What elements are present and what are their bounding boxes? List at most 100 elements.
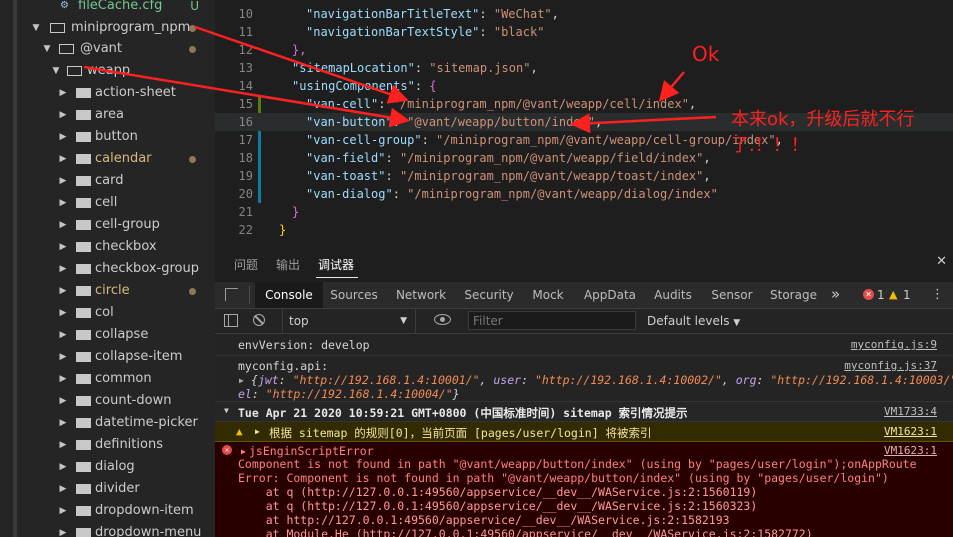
tab-appdata[interactable]: AppData xyxy=(583,282,637,308)
code-line[interactable]: 18 "van-field": "/miniprogram_npm/@vant/w… xyxy=(215,149,953,167)
live-expression-eye-icon[interactable] xyxy=(434,314,451,325)
context-select[interactable]: top ▼ xyxy=(282,309,416,333)
code-line[interactable]: 20 "van-dialog": "/miniprogram_npm/@vant/… xyxy=(215,185,953,203)
expand-triangle-icon[interactable]: ▶ xyxy=(255,427,260,436)
more-tabs-chevron-icon[interactable]: » xyxy=(831,282,840,306)
tree-item[interactable]: ▶ collapse xyxy=(0,324,215,346)
chevron-right-icon[interactable]: ▶ xyxy=(58,170,68,192)
tab-mock[interactable]: Mock xyxy=(529,282,567,308)
source-link[interactable]: VM1623:1 xyxy=(884,425,937,438)
tree-item[interactable]: ▶ cell-group xyxy=(0,214,215,236)
source-link[interactable]: VM1623:1 xyxy=(884,444,937,457)
chevron-right-icon[interactable]: ▶ xyxy=(58,280,68,302)
stack-frame[interactable]: at q (http://127.0.0.1:49560/appservice/… xyxy=(238,485,758,499)
chevron-right-icon[interactable]: ▶ xyxy=(58,258,68,280)
chevron-right-icon[interactable]: ▶ xyxy=(58,192,68,214)
inspect-element-icon[interactable] xyxy=(225,288,238,301)
tree-item[interactable]: ▶ dropdown-menu xyxy=(0,522,215,537)
chevron-right-icon[interactable]: ▶ xyxy=(58,302,68,324)
chevron-right-icon[interactable]: ▶ xyxy=(58,456,68,478)
chevron-right-icon[interactable]: ▶ xyxy=(58,346,68,368)
tree-item[interactable]: ▶ col xyxy=(0,302,215,324)
code-line[interactable]: 14 "usingComponents": { xyxy=(215,77,953,95)
chevron-down-icon[interactable]: ▼ xyxy=(42,38,52,60)
warning-count[interactable]: 1 xyxy=(903,282,911,308)
chevron-down-icon[interactable]: ▼ xyxy=(51,60,61,82)
chevron-right-icon[interactable]: ▶ xyxy=(58,104,68,126)
close-icon[interactable]: ✕ xyxy=(936,254,947,269)
filter-input[interactable] xyxy=(468,311,636,330)
code-line[interactable]: 17 "van-cell-group": "/miniprogram_npm/@v… xyxy=(215,131,953,149)
source-link[interactable]: myconfig.js:9 xyxy=(851,338,937,351)
chevron-right-icon[interactable]: ▶ xyxy=(58,368,68,390)
chevron-right-icon[interactable]: ▶ xyxy=(58,500,68,522)
tab-problems[interactable]: 问题 xyxy=(234,256,258,273)
expand-triangle-icon[interactable]: ▼ xyxy=(224,406,229,415)
chevron-right-icon[interactable]: ▶ xyxy=(58,522,68,537)
tab-network[interactable]: Network xyxy=(393,282,449,308)
console-group[interactable]: ▼ Tue Apr 21 2020 10:59:21 GMT+0800 (中国标… xyxy=(215,402,953,422)
tab-security[interactable]: Security xyxy=(462,282,516,308)
tree-item[interactable]: ▶ button xyxy=(0,126,215,148)
chevron-right-icon[interactable]: ▶ xyxy=(58,82,68,104)
tab-output[interactable]: 输出 xyxy=(276,256,300,273)
tree-item[interactable]: ▶ checkbox xyxy=(0,236,215,258)
chevron-right-icon[interactable]: ▶ xyxy=(58,478,68,500)
code-line[interactable]: 13 "sitemapLocation": "sitemap.json", xyxy=(215,59,953,77)
chevron-right-icon[interactable]: ▶ xyxy=(58,214,68,236)
tab-console[interactable]: Console xyxy=(255,282,323,308)
tree-item[interactable]: ▶ dialog xyxy=(0,456,215,478)
object-preview[interactable]: {jwt: "http://192.168.1.4:10001/", user:… xyxy=(251,373,953,387)
expand-triangle-icon[interactable]: ▶ xyxy=(241,447,246,456)
code-line[interactable]: 19 "van-toast": "/miniprogram_npm/@vant/w… xyxy=(215,167,953,185)
stack-frame[interactable]: at Module.He (http://127.0.0.1:49560/app… xyxy=(238,527,813,537)
tree-item[interactable]: ▶ card xyxy=(0,170,215,192)
tab-debugger[interactable]: 调试器 xyxy=(318,256,354,273)
code-line[interactable]: 21} xyxy=(215,203,953,221)
chevron-right-icon[interactable]: ▶ xyxy=(58,148,68,170)
tree-item[interactable]: ▶ cell xyxy=(0,192,215,214)
tree-item[interactable]: ▶ datetime-picker xyxy=(0,412,215,434)
error-count[interactable]: 1 xyxy=(877,282,885,308)
chevron-right-icon[interactable]: ▶ xyxy=(58,324,68,346)
tree-item[interactable]: ▼ weapp xyxy=(0,60,215,82)
tree-item[interactable]: ▶ collapse-item xyxy=(0,346,215,368)
stack-frame[interactable]: at q (http://127.0.0.1:49560/appservice/… xyxy=(238,499,758,513)
console-error: ✕ ▶ jsEnginScriptError VM1623:1 Componen… xyxy=(215,442,953,537)
expand-triangle-icon[interactable]: ▶ xyxy=(239,376,244,385)
tab-audits[interactable]: Audits xyxy=(652,282,694,308)
log-levels-dropdown[interactable]: Default levels ▼ xyxy=(647,309,740,335)
source-link[interactable]: VM1733:4 xyxy=(884,405,937,418)
tree-item[interactable]: ▶ calendar xyxy=(0,148,215,170)
tree-item[interactable]: ▶ circle xyxy=(0,280,215,302)
stack-frame[interactable]: at http://127.0.0.1:49560/appservice/__d… xyxy=(238,513,730,527)
show-sidebar-icon[interactable] xyxy=(224,314,238,327)
tree-item[interactable]: ▼ miniprogram_npm xyxy=(0,17,215,39)
tab-storage[interactable]: Storage xyxy=(770,282,817,308)
chevron-right-icon[interactable]: ▶ xyxy=(58,412,68,434)
tree-item-file[interactable]: ⚙ fileCache.cfg U xyxy=(0,0,215,17)
chevron-down-icon[interactable]: ▼ xyxy=(31,17,41,39)
tree-item[interactable]: ▶ dropdown-item xyxy=(0,500,215,522)
tree-item[interactable]: ▶ checkbox-group xyxy=(0,258,215,280)
chevron-right-icon[interactable]: ▶ xyxy=(58,434,68,456)
source-link[interactable]: myconfig.js:37 xyxy=(844,359,937,372)
chevron-right-icon[interactable]: ▶ xyxy=(58,126,68,148)
clear-console-icon[interactable] xyxy=(253,314,265,326)
chevron-right-icon[interactable]: ▶ xyxy=(58,390,68,412)
code-line[interactable]: 10 "navigationBarTitleText": "WeChat", xyxy=(215,5,953,23)
tree-item[interactable]: ▼ @vant xyxy=(0,38,215,60)
chevron-right-icon[interactable]: ▶ xyxy=(58,236,68,258)
code-line[interactable]: 12}, xyxy=(215,41,953,59)
tree-item[interactable]: ▶ definitions xyxy=(0,434,215,456)
tree-item[interactable]: ▶ divider xyxy=(0,478,215,500)
tree-item[interactable]: ▶ area xyxy=(0,104,215,126)
code-line[interactable]: 11 "navigationBarTextStyle": "black" xyxy=(215,23,953,41)
tab-sensor[interactable]: Sensor xyxy=(710,282,754,308)
tree-item[interactable]: ▶ common xyxy=(0,368,215,390)
more-options-icon[interactable]: ⋮ xyxy=(931,282,944,308)
code-line[interactable]: 22} xyxy=(215,221,953,239)
tree-item[interactable]: ▶ count-down xyxy=(0,390,215,412)
tab-sources[interactable]: Sources xyxy=(325,282,383,308)
tree-item[interactable]: ▶ action-sheet xyxy=(0,82,215,104)
